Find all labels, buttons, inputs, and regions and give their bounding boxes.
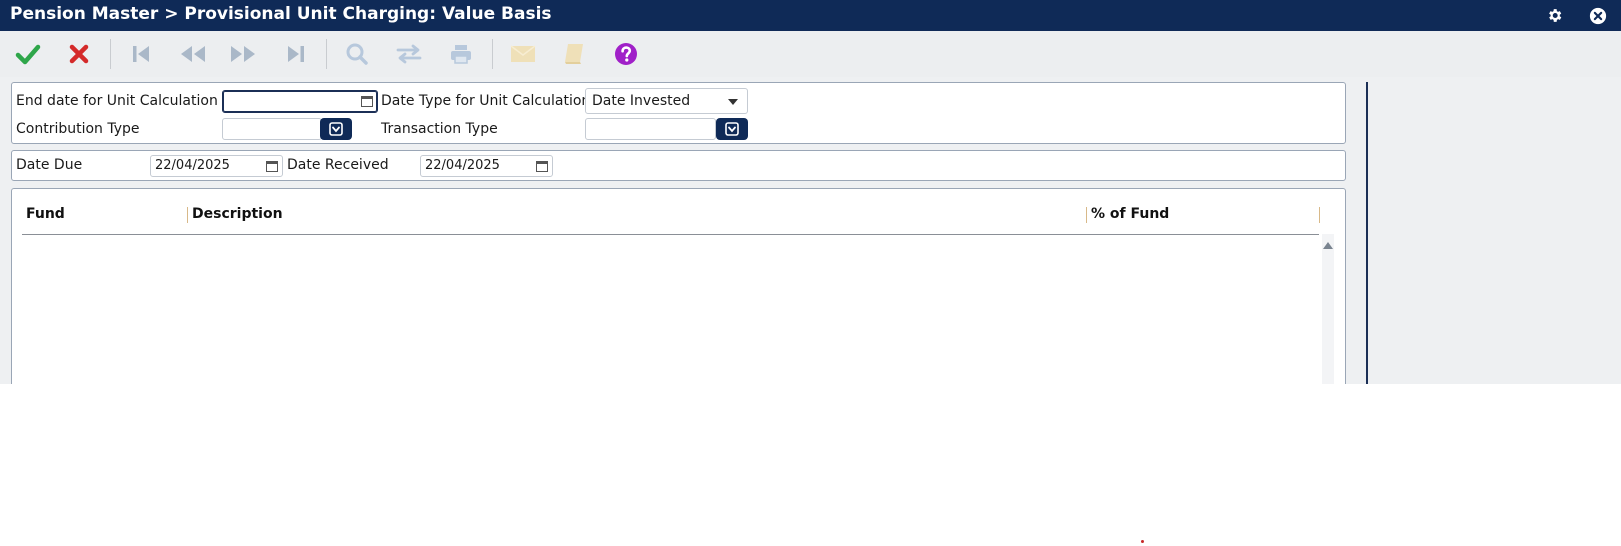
toolbar-separator <box>326 39 327 69</box>
transfer-button[interactable] <box>394 39 424 69</box>
printer-icon <box>451 45 471 64</box>
chevron-down-icon <box>728 99 738 105</box>
side-panel-divider <box>1366 82 1368 384</box>
checkmark-icon <box>15 44 41 65</box>
column-header-fund[interactable]: Fund <box>26 206 65 222</box>
gear-icon[interactable] <box>1545 6 1564 25</box>
transaction-type-lookup-button[interactable] <box>716 118 748 140</box>
column-resize-handle[interactable] <box>187 207 188 223</box>
end-date-field[interactable] <box>222 90 378 113</box>
cancel-button[interactable] <box>64 39 94 69</box>
column-header-percent-of-fund[interactable]: % of Fund <box>1091 206 1169 222</box>
grid-header-divider <box>22 234 1319 235</box>
window-title: Pension Master > Provisional Unit Chargi… <box>10 4 552 24</box>
date-due-label: Date Due <box>16 157 83 173</box>
date-received-field[interactable]: 22/04/2025 <box>420 155 553 177</box>
date-received-value: 22/04/2025 <box>425 158 500 173</box>
rewind-icon <box>181 46 205 62</box>
dropdown-box-icon <box>725 122 739 136</box>
red-dot-marker <box>1141 540 1144 543</box>
unit-calculation-panel: End date for Unit Calculation Date Type … <box>11 82 1346 144</box>
contribution-type-field[interactable] <box>222 118 322 140</box>
column-resize-handle[interactable] <box>1086 207 1087 223</box>
date-received-label: Date Received <box>287 157 389 173</box>
calendar-icon[interactable] <box>361 95 373 107</box>
date-type-select[interactable]: Date Invested <box>585 88 748 114</box>
help-button[interactable] <box>611 39 641 69</box>
envelope-icon <box>510 45 536 62</box>
date-type-value: Date Invested <box>592 93 691 109</box>
toolbar-separator <box>110 39 111 69</box>
toolbar <box>0 31 1621 77</box>
grid-scrollbar[interactable] <box>1322 234 1334 384</box>
contribution-type-label: Contribution Type <box>16 121 140 137</box>
next-record-button[interactable] <box>228 39 258 69</box>
date-due-field[interactable]: 22/04/2025 <box>150 155 283 177</box>
column-resize-handle[interactable] <box>1319 207 1320 223</box>
email-button[interactable] <box>508 39 538 69</box>
skip-first-icon <box>133 46 149 62</box>
accept-button[interactable] <box>13 39 43 69</box>
column-header-description[interactable]: Description <box>192 206 283 222</box>
close-circle-icon[interactable] <box>1588 6 1607 25</box>
magnifier-icon <box>346 43 368 65</box>
fund-grid-panel: Fund Description % of Fund <box>11 188 1346 384</box>
app-window: Pension Master > Provisional Unit Chargi… <box>0 0 1621 384</box>
last-record-button[interactable] <box>281 39 311 69</box>
book-icon <box>565 44 583 64</box>
dates-panel: Date Due 22/04/2025 Date Received 22/04/… <box>11 150 1346 181</box>
calendar-icon[interactable] <box>266 160 278 172</box>
contribution-type-lookup-button[interactable] <box>320 118 352 140</box>
first-record-button[interactable] <box>126 39 156 69</box>
x-icon <box>69 44 89 64</box>
print-button[interactable] <box>446 39 476 69</box>
question-circle-icon <box>615 43 637 65</box>
search-button[interactable] <box>342 39 372 69</box>
title-bar: Pension Master > Provisional Unit Chargi… <box>0 0 1621 31</box>
scroll-up-arrow-icon[interactable] <box>1323 241 1333 249</box>
end-date-label: End date for Unit Calculation <box>16 93 218 109</box>
skip-last-icon <box>288 46 304 62</box>
toolbar-separator <box>492 39 493 69</box>
notes-button[interactable] <box>559 39 589 69</box>
transaction-type-label: Transaction Type <box>381 121 498 137</box>
dropdown-box-icon <box>329 122 343 136</box>
previous-record-button[interactable] <box>178 39 208 69</box>
date-type-label: Date Type for Unit Calculation <box>381 93 591 109</box>
transaction-type-field[interactable] <box>585 118 716 140</box>
swap-arrows-icon <box>396 44 422 64</box>
fast-forward-icon <box>231 46 255 62</box>
calendar-icon[interactable] <box>536 160 548 172</box>
date-due-value: 22/04/2025 <box>155 158 230 173</box>
